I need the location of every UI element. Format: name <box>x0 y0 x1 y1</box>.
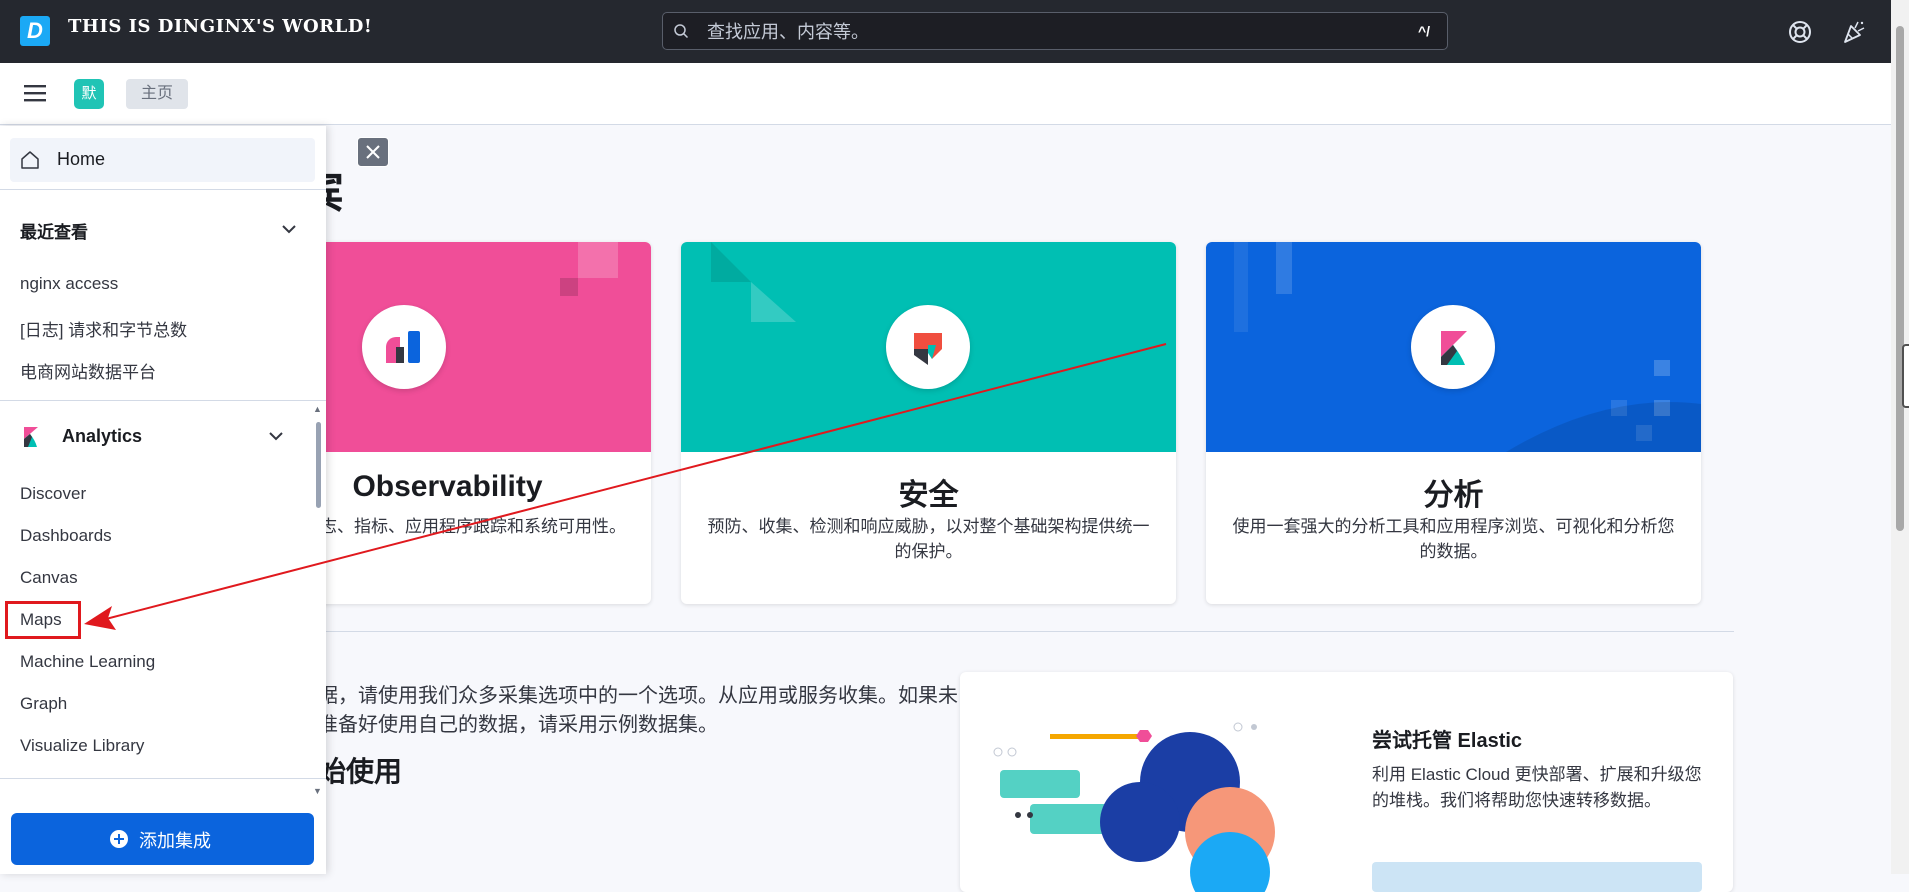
banner-decoration <box>711 242 796 322</box>
analytics-heading[interactable]: Analytics <box>62 426 142 447</box>
side-navigation: Home 最近查看 nginx access [日志] 请求和字节总数 电商网站… <box>0 126 326 874</box>
card-title: 分析 <box>1423 479 1484 512</box>
get-started-description: 据，请使用我们众多采集选项中的一个选项。从应用或服务收集。如果未准备好使用自己的… <box>318 685 958 736</box>
scroll-up-arrow[interactable]: ▲ <box>313 404 322 414</box>
chevron-down-icon[interactable] <box>268 428 284 444</box>
card-icon-circle <box>1411 305 1495 389</box>
card-icon-circle <box>886 305 970 389</box>
menu-icon[interactable] <box>22 81 48 105</box>
newsfeed-icon[interactable] <box>1841 19 1867 45</box>
close-icon <box>366 145 380 159</box>
cloud-description: 利用 Elastic Cloud 更快部署、扩展和升级您的堆栈。我们将帮助您快速… <box>1372 765 1702 810</box>
card-icon-circle <box>362 305 446 389</box>
sidebar-item-discover[interactable]: Discover <box>20 484 86 504</box>
search-icon <box>674 24 689 39</box>
add-integration-button[interactable]: 添加集成 <box>11 813 314 865</box>
home-icon <box>21 151 39 169</box>
plus-circle-icon <box>110 830 128 848</box>
banner-decoration <box>1234 242 1248 332</box>
banner-decoration <box>578 242 618 278</box>
banner-decoration <box>560 278 578 296</box>
observability-icon <box>386 331 420 363</box>
banner-decoration <box>1276 242 1292 294</box>
page-scrollbar-thumb[interactable] <box>1896 26 1904 531</box>
chevron-down-icon[interactable] <box>281 221 297 237</box>
sidebar-divider <box>0 778 326 779</box>
sidebar-item-canvas[interactable]: Canvas <box>20 568 78 588</box>
maps-highlight-box <box>5 601 81 639</box>
global-search[interactable]: ^/ <box>662 12 1448 50</box>
sidebar-item-visualize-library[interactable]: Visualize Library <box>20 736 144 756</box>
nav-item-label: Home <box>57 149 106 169</box>
breadcrumb: 主页 <box>126 79 188 109</box>
banner-decoration <box>1506 402 1701 452</box>
nav-item-home[interactable]: Home <box>10 138 315 182</box>
header-bar: 默 主页 <box>0 63 1891 125</box>
sidebar-divider <box>0 400 326 401</box>
app-logo[interactable]: D <box>20 16 50 46</box>
recent-item[interactable]: 电商网站数据平台 <box>20 358 156 383</box>
security-icon <box>914 333 942 365</box>
cloud-illustration <box>993 722 1275 892</box>
cloud-cta-button[interactable] <box>1372 862 1702 892</box>
solution-card-security[interactable]: 安全 预防、收集、检测和响应威胁，以对整个基础架构提供统一的保护。 <box>681 242 1176 604</box>
sidebar-scrollbar-thumb[interactable] <box>316 422 321 508</box>
card-description: 预防、收集、检测和响应威胁，以对整个基础架构提供统一的保护。 <box>707 517 1150 561</box>
card-title: 安全 <box>898 479 959 512</box>
space-avatar[interactable]: 默 <box>74 79 104 109</box>
card-description: 使用一套强大的分析工具和应用程序浏览、可视化和分析您的数据。 <box>1232 517 1675 561</box>
resize-handle[interactable] <box>1902 344 1909 408</box>
kibana-icon <box>1441 331 1467 365</box>
cloud-title: 尝试托管 Elastic <box>1372 730 1523 752</box>
close-nav-button[interactable] <box>357 137 389 167</box>
search-input[interactable] <box>705 21 1389 43</box>
solution-card-analytics[interactable]: 分析 使用一套强大的分析工具和应用程序浏览、可视化和分析您的数据。 <box>1206 242 1701 604</box>
scroll-down-arrow[interactable]: ▼ <box>313 786 322 796</box>
banner-decoration <box>1654 360 1670 376</box>
add-integration-label: 添加集成 <box>139 831 211 851</box>
sidebar-item-graph[interactable]: Graph <box>20 694 67 714</box>
brand-title: THIS IS DINGINX'S WORLD! <box>68 16 373 37</box>
top-navigation-bar: D THIS IS DINGINX'S WORLD! ^/ <box>0 0 1891 63</box>
page-scrollbar[interactable] <box>1891 0 1909 874</box>
search-shortcut-hint: ^/ <box>1418 23 1431 39</box>
sidebar-item-machine-learning[interactable]: Machine Learning <box>20 652 155 672</box>
recent-heading[interactable]: 最近查看 <box>20 218 88 243</box>
recent-item[interactable]: nginx access <box>20 274 118 294</box>
elastic-cloud-card: 尝试托管 Elastic 利用 Elastic Cloud 更快部署、扩展和升级… <box>960 672 1733 892</box>
sidebar-divider <box>0 189 326 190</box>
kibana-icon <box>24 427 38 447</box>
recent-item[interactable]: [日志] 请求和字节总数 <box>20 316 187 341</box>
help-icon[interactable] <box>1787 19 1813 45</box>
sidebar-item-dashboards[interactable]: Dashboards <box>20 526 112 546</box>
